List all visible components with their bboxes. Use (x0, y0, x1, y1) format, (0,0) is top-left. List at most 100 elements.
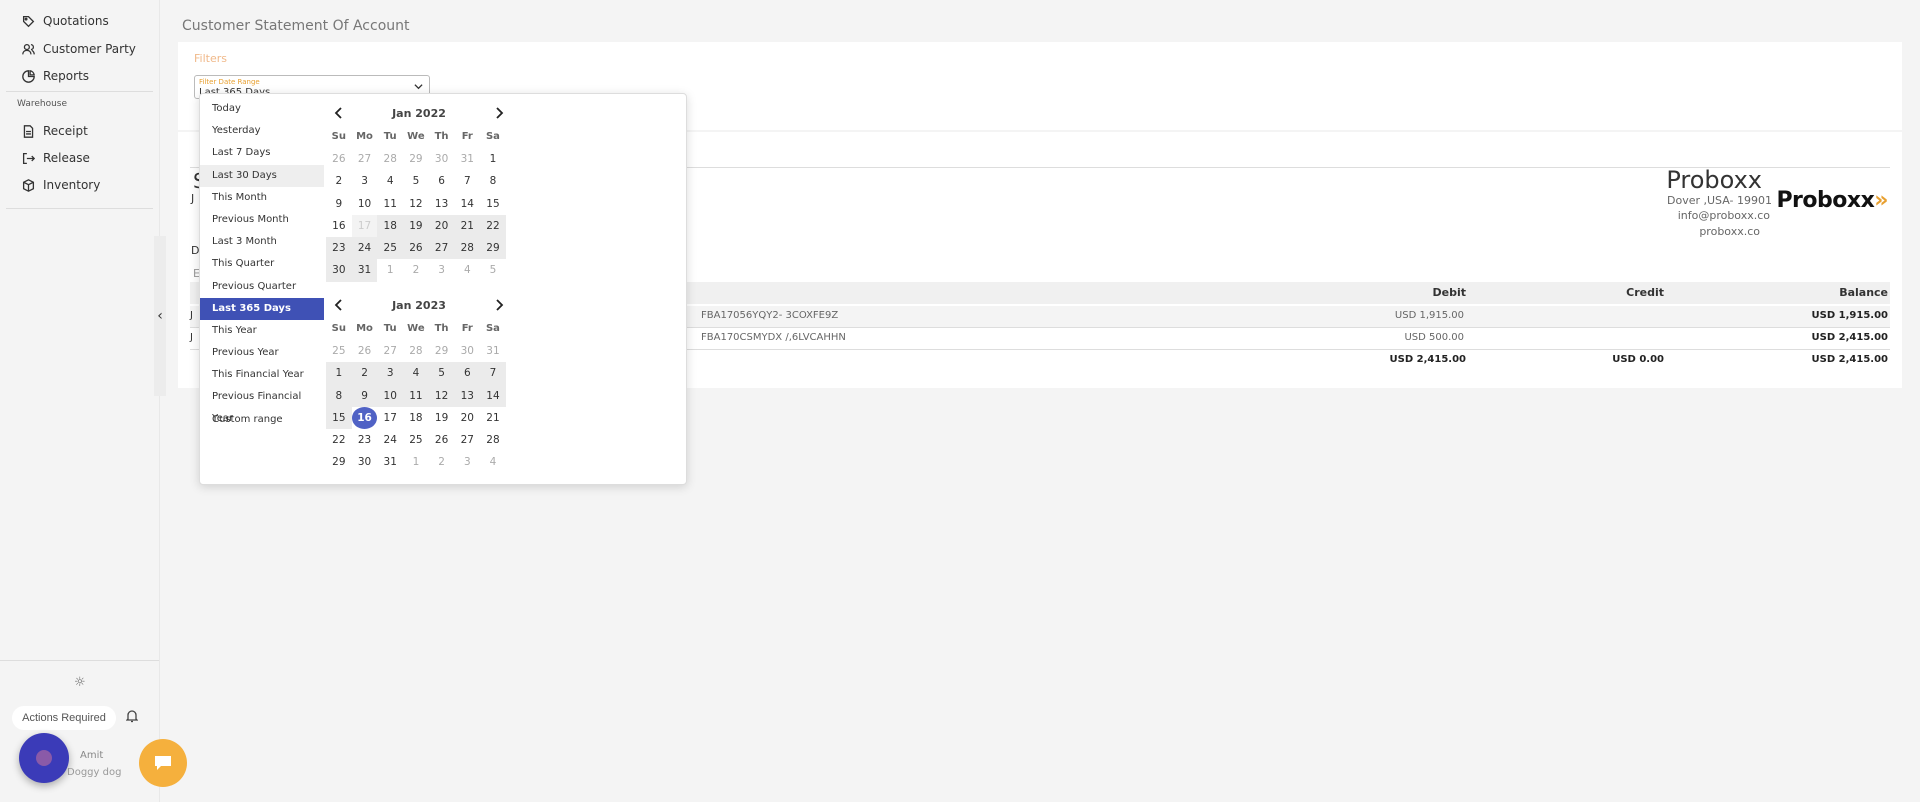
calendar-day[interactable]: 2 (326, 170, 352, 192)
calendar-day[interactable]: 24 (377, 429, 403, 451)
calendar-day[interactable]: 2 (429, 451, 455, 473)
calendar-day[interactable]: 19 (429, 407, 455, 429)
calendar-day[interactable]: 10 (377, 384, 404, 407)
calendar-day[interactable]: 26 (429, 429, 455, 451)
calendar-day[interactable]: 12 (403, 193, 429, 215)
calendar-day[interactable]: 4 (403, 362, 429, 385)
calendar-day[interactable]: 1 (480, 148, 506, 170)
calendar-day[interactable]: 29 (480, 237, 506, 260)
calendar-day[interactable]: 5 (403, 170, 429, 192)
calendar-day[interactable]: 29 (326, 451, 352, 473)
next-month-arrow-icon[interactable] (492, 298, 506, 312)
calendar-day[interactable]: 10 (352, 193, 378, 215)
calendar-day[interactable]: 29 (429, 340, 455, 362)
calendar-day[interactable]: 28 (480, 429, 506, 451)
next-month-arrow-icon[interactable] (492, 106, 506, 120)
calendar-day[interactable]: 7 (480, 362, 506, 385)
calendar-day[interactable]: 17 (377, 407, 403, 429)
range-option[interactable]: This Quarter (200, 253, 324, 275)
calendar-day[interactable]: 23 (352, 429, 378, 451)
calendar-day[interactable]: 9 (326, 193, 352, 215)
range-option[interactable]: Previous Financial Year (200, 386, 324, 424)
sidebar-item-quotations[interactable]: Quotations (22, 14, 109, 28)
calendar-day[interactable]: 1 (403, 451, 429, 473)
calendar-day[interactable]: 18 (377, 214, 404, 238)
calendar-day[interactable]: 26 (352, 340, 378, 362)
calendar-day[interactable]: 27 (428, 237, 455, 260)
calendar-day[interactable]: 27 (454, 429, 480, 451)
calendar-day[interactable]: 4 (377, 170, 403, 192)
calendar-day[interactable]: 31 (454, 148, 480, 170)
calendar-day[interactable]: 30 (454, 340, 480, 362)
collapse-sidebar-button[interactable]: ‹ (154, 236, 166, 396)
range-option[interactable]: Last 365 Days (200, 297, 324, 320)
calendar-day[interactable]: 6 (429, 170, 455, 192)
calendar-day[interactable]: 3 (454, 451, 480, 473)
calendar-day[interactable]: 17 (351, 214, 378, 238)
range-option[interactable]: Last 7 Days (200, 142, 324, 164)
range-option[interactable]: Custom range (200, 409, 324, 431)
range-option[interactable]: Previous Month (200, 209, 324, 231)
calendar-day[interactable]: 21 (454, 214, 481, 238)
calendar-day[interactable]: 26 (403, 237, 429, 260)
chat-button[interactable] (139, 739, 187, 787)
calendar-day[interactable]: 11 (377, 193, 403, 215)
calendar-day[interactable]: 31 (377, 451, 403, 473)
calendar-day[interactable]: 4 (454, 259, 480, 281)
calendar-day[interactable]: 3 (377, 362, 404, 385)
calendar-day[interactable]: 28 (403, 340, 429, 362)
calendar-day[interactable]: 26 (326, 148, 352, 170)
calendar-day[interactable]: 22 (326, 429, 352, 451)
calendar-day[interactable]: 28 (454, 237, 481, 260)
calendar-day[interactable]: 2 (351, 362, 378, 385)
calendar-day[interactable]: 14 (454, 193, 480, 215)
calendar-day[interactable]: 25 (403, 429, 429, 451)
sidebar-item-inventory[interactable]: Inventory (22, 178, 100, 192)
calendar-day[interactable]: 29 (403, 148, 429, 170)
calendar-day[interactable]: 7 (454, 170, 480, 192)
calendar-day[interactable]: 15 (326, 406, 352, 430)
calendar-day[interactable]: 5 (480, 259, 506, 281)
calendar-day[interactable]: 1 (377, 259, 403, 281)
sidebar-item-release[interactable]: Release (22, 151, 90, 165)
sidebar-item-customer-party[interactable]: Customer Party (22, 42, 136, 56)
calendar-day[interactable]: 22 (480, 214, 506, 238)
calendar-day[interactable]: 23 (326, 237, 352, 260)
calendar-day[interactable]: 25 (326, 340, 352, 362)
range-option[interactable]: This Financial Year (200, 364, 324, 386)
calendar-day[interactable]: 18 (403, 407, 429, 429)
range-option[interactable]: Last 3 Month (200, 231, 324, 253)
calendar-day[interactable]: 6 (454, 362, 481, 385)
calendar-day[interactable]: 30 (326, 259, 352, 282)
calendar-day[interactable]: 21 (480, 407, 506, 429)
range-option[interactable]: Yesterday (200, 120, 324, 142)
range-option[interactable]: Today (200, 98, 324, 120)
calendar-day[interactable]: 31 (480, 340, 506, 362)
calendar-day[interactable]: 4 (480, 451, 506, 473)
calendar-day[interactable]: 28 (377, 148, 403, 170)
sidebar-item-reports[interactable]: Reports (22, 69, 89, 83)
calendar-day[interactable]: 9 (351, 384, 378, 407)
avatar[interactable] (19, 733, 69, 783)
range-option[interactable]: Previous Year (200, 342, 324, 364)
calendar-day[interactable]: 12 (428, 384, 455, 407)
range-option[interactable]: This Month (200, 187, 324, 209)
calendar-day[interactable]: 31 (351, 259, 378, 282)
range-option[interactable]: Previous Quarter (200, 276, 324, 298)
calendar-day[interactable]: 13 (454, 384, 481, 407)
calendar-day[interactable]: 16 (351, 406, 378, 430)
calendar-day[interactable]: 13 (429, 193, 455, 215)
calendar-day[interactable]: 11 (403, 384, 429, 407)
calendar-day[interactable]: 15 (480, 193, 506, 215)
range-option[interactable]: This Year (200, 320, 324, 342)
calendar-day[interactable]: 8 (480, 170, 506, 192)
range-option[interactable]: Last 30 Days (200, 164, 324, 187)
bell-icon[interactable] (126, 709, 138, 723)
calendar-day[interactable]: 3 (429, 259, 455, 281)
sun-icon[interactable]: ☼ (74, 675, 86, 690)
calendar-day[interactable]: 19 (403, 214, 429, 238)
calendar-day[interactable]: 30 (429, 148, 455, 170)
calendar-day[interactable]: 16 (326, 215, 352, 237)
calendar-day[interactable]: 27 (377, 340, 403, 362)
calendar-day[interactable]: 20 (428, 214, 455, 238)
